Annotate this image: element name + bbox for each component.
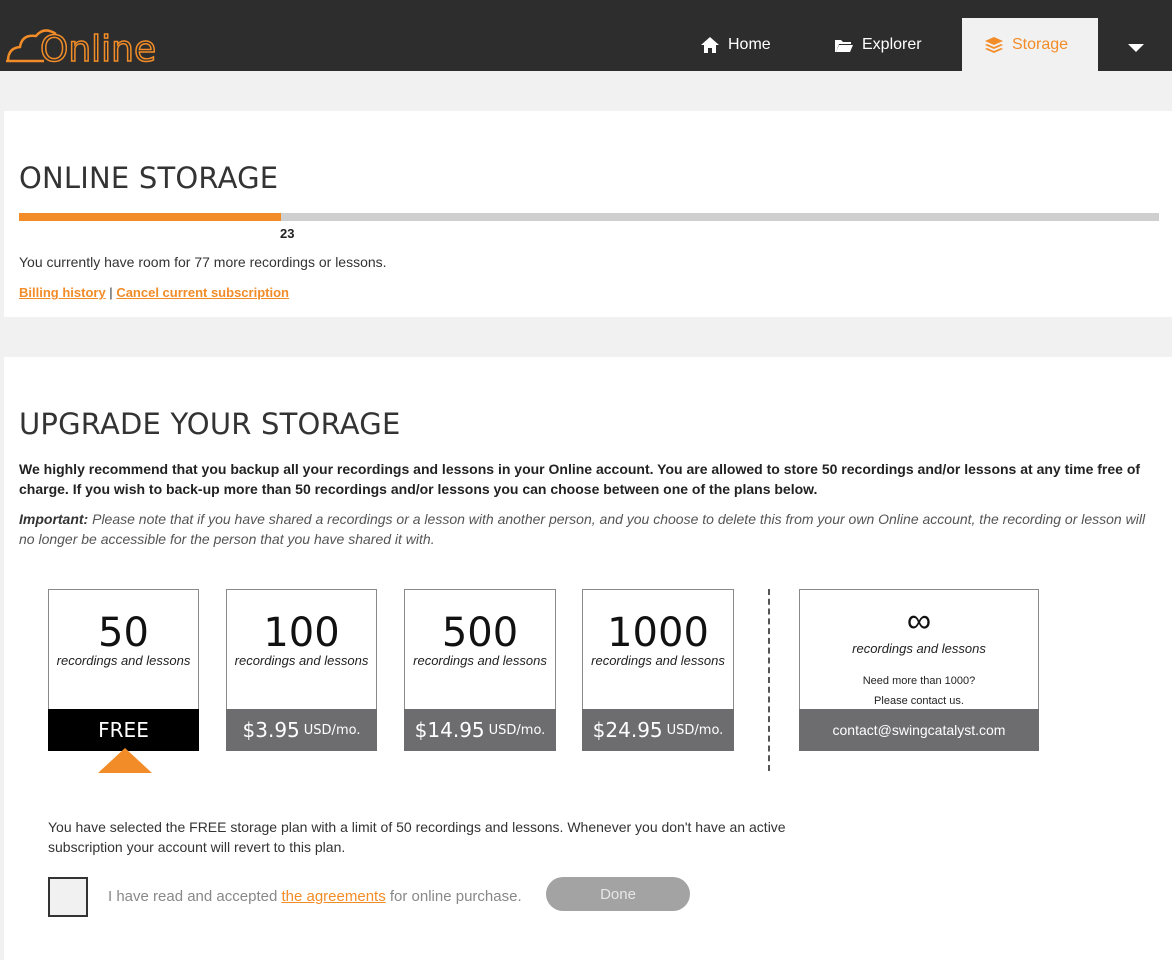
- nav-home-label: Home: [728, 35, 771, 53]
- plan-card-unlimited[interactable]: ∞ recordings and lessons Need more than …: [799, 589, 1039, 751]
- plan-price-amount: $3.95: [242, 718, 300, 742]
- plan-price: $3.95 USD/mo.: [226, 709, 377, 751]
- agreement-checkbox[interactable]: [48, 877, 88, 917]
- plan-card-500[interactable]: 500 recordings and lessons $14.95 USD/mo…: [404, 589, 556, 751]
- nav-home[interactable]: Home: [700, 18, 771, 71]
- nav-storage-label: Storage: [1012, 35, 1069, 53]
- contact-prompt-line1: Need more than 1000?: [862, 675, 976, 687]
- nav-dropdown[interactable]: [1118, 30, 1154, 66]
- plan-count: 1000: [607, 610, 709, 656]
- plan-price: FREE: [48, 709, 199, 751]
- plan-subtitle: recordings and lessons: [413, 653, 547, 668]
- plan-subtitle: recordings and lessons: [591, 653, 725, 668]
- plan-subtitle: recordings and lessons: [852, 641, 986, 656]
- storage-progress-fill: [19, 213, 281, 221]
- important-note: Important: Please note that if you have …: [19, 509, 1149, 549]
- plan-subtitle: recordings and lessons: [56, 653, 191, 668]
- nav-explorer-label: Explorer: [862, 35, 922, 53]
- upgrade-intro-text: We highly recommend that you backup all …: [19, 461, 1141, 497]
- link-separator: |: [109, 285, 113, 300]
- plan-price: $24.95 USD/mo.: [582, 709, 734, 751]
- contact-prompt: Need more than 1000? Please contact us.: [800, 671, 1038, 711]
- online-storage-panel: ONLINE STORAGE 23 You currently have roo…: [4, 111, 1172, 317]
- agreement-prefix: I have read and accepted: [108, 888, 282, 905]
- online-logo[interactable]: Online: [4, 14, 174, 71]
- plan-price-amount: $14.95: [414, 718, 485, 742]
- billing-history-link[interactable]: Billing history: [19, 285, 106, 300]
- selected-plan-indicator: [98, 748, 152, 773]
- folder-open-icon: [835, 39, 853, 52]
- plan-divider: [768, 589, 770, 771]
- logo-wordmark: Online: [40, 29, 156, 66]
- important-label: Important:: [19, 511, 89, 527]
- caret-down-icon: [1128, 44, 1144, 52]
- plan-price-unit: USD/mo.: [488, 722, 546, 738]
- infinity-icon: ∞: [906, 602, 932, 640]
- plan-count: 100: [263, 610, 340, 656]
- plan-card-100[interactable]: 100 recordings and lessons $3.95 USD/mo.: [226, 589, 377, 751]
- storage-room-text: You currently have room for 77 more reco…: [19, 254, 387, 270]
- cancel-subscription-link[interactable]: Cancel current subscription: [116, 285, 289, 300]
- storage-used-count: 23: [280, 226, 295, 241]
- plan-card-50[interactable]: 50 recordings and lessons FREE: [48, 589, 199, 751]
- contact-email[interactable]: contact@swingcatalyst.com: [799, 709, 1039, 751]
- top-navigation-bar: Online Home Explorer Storage: [0, 0, 1172, 71]
- home-icon: [701, 36, 719, 53]
- selected-plan-text: You have selected the FREE storage plan …: [48, 819, 786, 855]
- plan-price: $14.95 USD/mo.: [404, 709, 556, 751]
- nav-explorer[interactable]: Explorer: [834, 18, 922, 71]
- billing-links: Billing history | Cancel current subscri…: [19, 285, 289, 300]
- online-storage-title: ONLINE STORAGE: [19, 161, 279, 195]
- plan-count: 500: [441, 610, 519, 656]
- agreement-suffix: for online purchase.: [385, 888, 522, 905]
- agreement-label: I have read and accepted the agreements …: [108, 888, 522, 905]
- important-text: Please note that if you have shared a re…: [19, 511, 1146, 547]
- layers-icon: [985, 36, 1003, 53]
- done-button[interactable]: Done: [546, 877, 690, 911]
- plan-subtitle: recordings and lessons: [234, 653, 369, 668]
- contact-prompt-line2: Please contact us.: [874, 695, 964, 707]
- nav-storage[interactable]: Storage: [962, 18, 1098, 71]
- plan-price-unit: USD/mo.: [666, 722, 724, 738]
- agreements-link[interactable]: the agreements: [281, 888, 385, 905]
- plan-price-unit: USD/mo.: [303, 722, 361, 738]
- plan-count: 50: [98, 610, 149, 656]
- upgrade-storage-panel: UPGRADE YOUR STORAGE We highly recommend…: [4, 357, 1172, 960]
- plan-price-amount: $24.95: [592, 718, 663, 742]
- plan-card-1000[interactable]: 1000 recordings and lessons $24.95 USD/m…: [582, 589, 734, 751]
- storage-progress-bar: [19, 213, 1159, 221]
- upgrade-storage-title: UPGRADE YOUR STORAGE: [19, 407, 401, 441]
